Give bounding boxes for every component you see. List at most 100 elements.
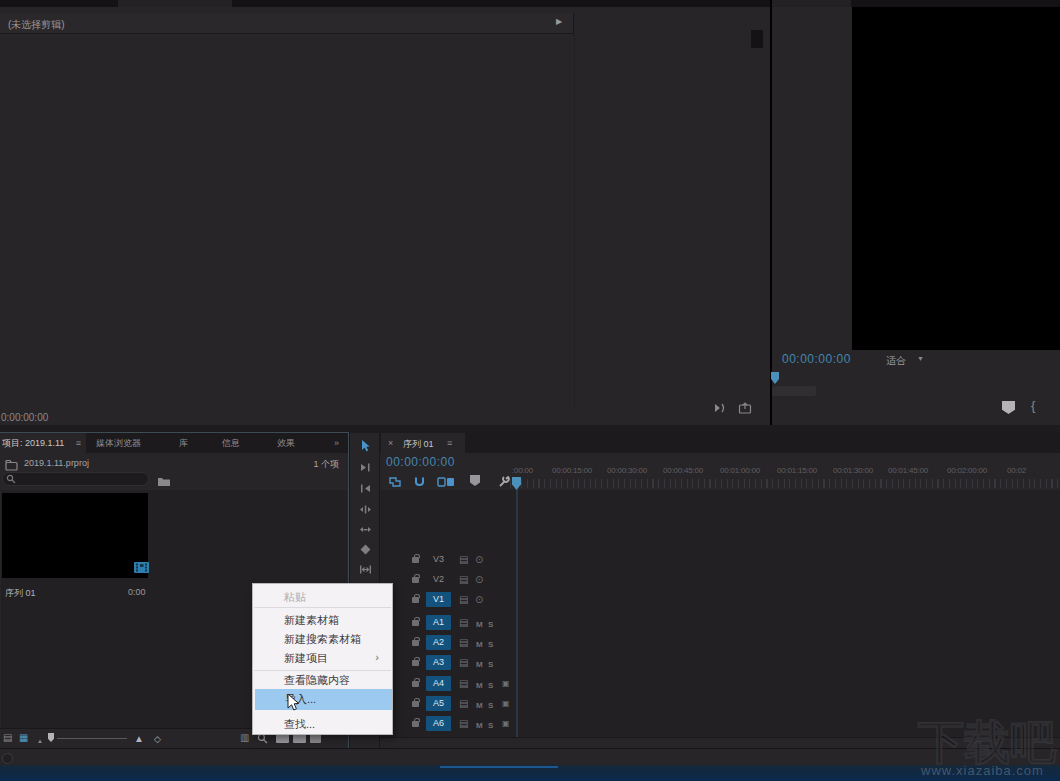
source-patch-icon[interactable]: ▤ [459, 636, 468, 649]
project-file-name[interactable]: 2019.1.11.prproj [24, 458, 89, 468]
tab-effects[interactable]: 效果 [277, 433, 295, 453]
track-select-tool[interactable] [359, 460, 372, 474]
chevron-right-icon[interactable]: ▶ [556, 17, 562, 26]
track-label[interactable]: V2 [426, 572, 451, 587]
program-playhead[interactable] [771, 372, 779, 384]
lock-icon[interactable] [412, 660, 419, 666]
automate-sequence-icon[interactable]: ▥ [240, 732, 249, 744]
tab-media-browser[interactable]: 媒体浏览器 [96, 433, 141, 453]
track-v1[interactable]: V1 ▤ ⊙ [380, 590, 1060, 609]
zoom-slider-track[interactable] [57, 738, 127, 739]
source-patch-icon[interactable]: ▤ [459, 656, 468, 669]
lock-icon[interactable] [412, 577, 419, 583]
track-label[interactable]: A3 [426, 655, 451, 670]
nest-sequence-icon[interactable] [388, 474, 402, 492]
track-a4[interactable]: A4 ▤ M S ▣ [380, 674, 1060, 693]
panel-divider[interactable] [770, 0, 772, 425]
selection-tool[interactable] [359, 439, 372, 453]
track-label[interactable]: A5 [426, 696, 451, 711]
source-patch-icon[interactable]: ▤ [459, 593, 468, 606]
search-bin-folder-icon[interactable] [157, 473, 171, 491]
track-label[interactable]: A6 [426, 716, 451, 731]
track-label[interactable]: A4 [426, 676, 451, 691]
tab-project[interactable]: 项目: 2019.1.11≡ [0, 433, 86, 453]
mute-button[interactable]: M [476, 618, 483, 631]
menu-item-new-item[interactable]: 新建项目› [254, 651, 391, 666]
effect-controls-scrollbar[interactable] [751, 30, 763, 48]
horizontal-panel-divider[interactable] [0, 425, 1060, 433]
tab-info[interactable]: 信息 [222, 433, 240, 453]
toggle-output-icon[interactable]: ⊙ [475, 573, 483, 586]
track-label[interactable]: A2 [426, 635, 451, 650]
track-v3[interactable]: V3 ▤ ⊙ [380, 550, 1060, 569]
source-patch-icon[interactable]: ▤ [459, 717, 468, 730]
track-a1[interactable]: A1 ▤ M S [380, 613, 1060, 632]
menu-item-view-hidden[interactable]: 查看隐藏内容 [254, 673, 391, 688]
menu-item-find[interactable]: 查找... [254, 717, 391, 732]
menu-item-new-search-bin[interactable]: 新建搜索素材箱 [254, 632, 391, 647]
solo-button[interactable]: S [488, 638, 493, 651]
search-input[interactable] [2, 472, 149, 486]
zoom-level-select[interactable]: 适合 [886, 354, 906, 368]
solo-button[interactable]: S [488, 719, 493, 732]
mute-button[interactable]: M [476, 658, 483, 671]
source-patch-icon[interactable]: ▤ [459, 677, 468, 690]
add-marker-icon[interactable] [470, 475, 480, 486]
chevron-down-icon[interactable]: ▼ [917, 355, 924, 362]
program-scrollbar[interactable] [772, 386, 816, 396]
snap-icon[interactable] [413, 474, 426, 492]
mute-button[interactable]: M [476, 679, 483, 692]
close-icon[interactable]: × [388, 438, 393, 448]
solo-button[interactable]: S [488, 618, 493, 631]
panel-menu-icon[interactable]: ≡ [447, 438, 452, 448]
source-patch-icon[interactable]: ▤ [459, 573, 468, 586]
program-timecode[interactable]: 00:00:00:00 [782, 352, 851, 366]
slip-tool[interactable] [359, 562, 372, 576]
menu-item-paste[interactable]: 粘贴 [254, 590, 391, 605]
toggle-output-icon[interactable]: ⊙ [475, 553, 483, 566]
find-icon[interactable] [257, 733, 268, 747]
play-around-icon[interactable] [712, 400, 726, 418]
lock-icon[interactable] [412, 640, 419, 646]
ripple-edit-tool[interactable] [359, 481, 372, 495]
sequence-tab-label[interactable]: 序列 01 [403, 438, 434, 451]
zoom-in-icon[interactable]: ▲ [134, 733, 144, 745]
lock-icon[interactable] [412, 721, 419, 727]
tab-sequence[interactable]: × 序列 01 ≡ [381, 433, 465, 453]
track-label[interactable]: A1 [426, 615, 451, 630]
freeform-view-icon[interactable]: ◇ [154, 733, 161, 745]
solo-button[interactable]: S [488, 699, 493, 712]
track-a5[interactable]: A5 ▤ M S ▣ [380, 694, 1060, 713]
track-a3[interactable]: A3 ▤ M S [380, 653, 1060, 672]
lock-icon[interactable] [412, 557, 419, 563]
source-patch-icon[interactable]: ▤ [459, 553, 468, 566]
timeline-ruler[interactable]: :00:00 00:00:15:00 00:00:30:00 00:00:45:… [510, 455, 1060, 477]
track-a2[interactable]: A2 ▤ M S [380, 633, 1060, 652]
timeline-timecode[interactable]: 00:00:00:00 [386, 455, 455, 469]
tab-libraries[interactable]: 库 [179, 433, 188, 453]
source-patch-icon[interactable]: ▤ [459, 697, 468, 710]
menu-item-import[interactable]: 导入... [254, 689, 393, 710]
sequence-name[interactable]: 序列 01 [5, 587, 36, 600]
mute-button[interactable]: M [476, 638, 483, 651]
sequence-thumbnail[interactable] [2, 493, 148, 578]
lock-icon[interactable] [412, 620, 419, 626]
icon-view-icon[interactable]: ▦ [19, 732, 28, 744]
razor-tool[interactable] [359, 542, 372, 556]
linked-selection-icon[interactable] [437, 474, 455, 492]
list-view-icon[interactable]: ▤ [3, 732, 12, 744]
keyframe-icon[interactable]: ▣ [502, 677, 510, 690]
track-label[interactable]: V3 [426, 552, 451, 567]
panel-menu-icon[interactable]: ≡ [76, 433, 81, 453]
toggle-output-icon[interactable]: ⊙ [475, 593, 483, 606]
track-v2[interactable]: V2 ▤ ⊙ [380, 570, 1060, 589]
zoom-slider-handle[interactable] [48, 733, 54, 742]
button-editor-icon[interactable]: { [1031, 398, 1035, 413]
menu-item-new-bin[interactable]: 新建素材箱 [254, 613, 391, 628]
lock-icon[interactable] [412, 681, 419, 687]
lock-icon[interactable] [412, 701, 419, 707]
track-label[interactable]: V1 [426, 592, 451, 607]
tab-overflow-icon[interactable]: » [334, 433, 339, 453]
add-marker-icon[interactable] [1002, 401, 1015, 414]
keyframe-icon[interactable]: ▣ [502, 717, 510, 730]
